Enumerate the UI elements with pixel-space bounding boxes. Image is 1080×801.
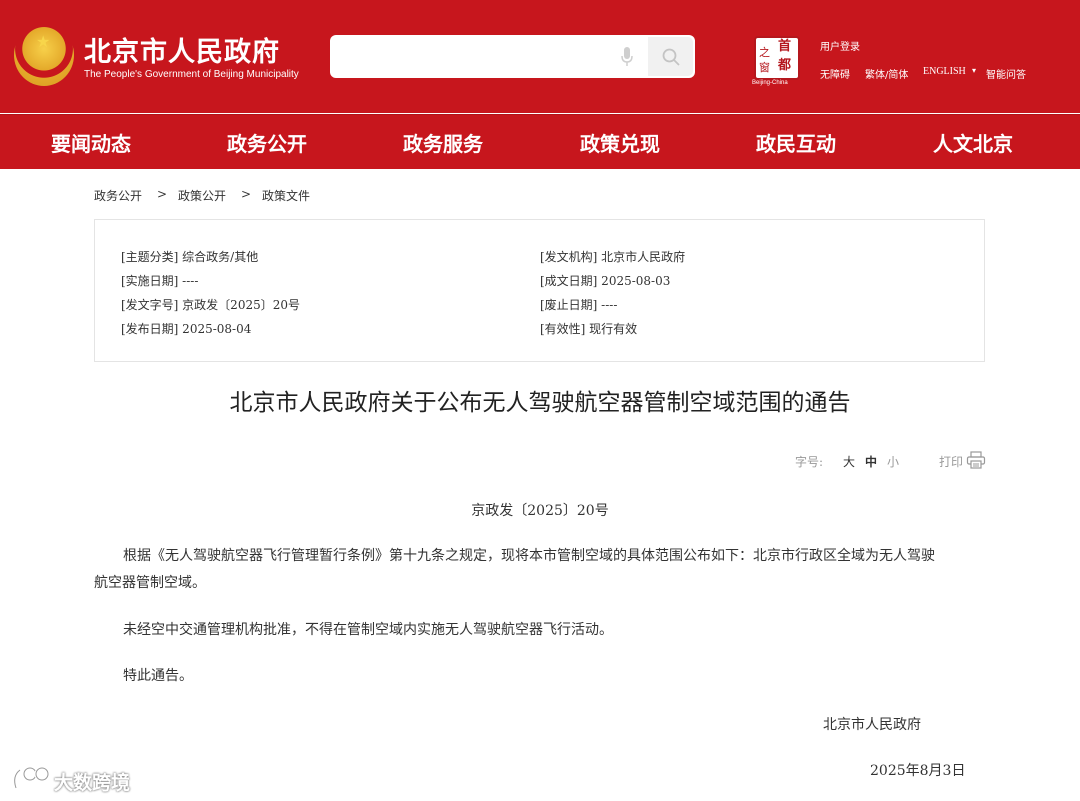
article-title: 北京市人民政府关于公布无人驾驶航空器管制空域范围的通告: [229, 390, 851, 416]
info-validity: [有效性] 现行有效: [540, 322, 638, 336]
accessibility-link[interactable]: 无障碍: [820, 66, 850, 81]
logo-glyph: 都: [778, 58, 792, 73]
watermark-logo-icon: [13, 766, 50, 789]
font-size-small-button[interactable]: 小: [887, 453, 899, 470]
breadcrumb-item[interactable]: 政策文件: [262, 187, 310, 204]
capital-logo-subtitle: Beijing-China: [752, 80, 788, 86]
main-nav: [0, 114, 1080, 169]
english-link[interactable]: ENGLISH: [923, 66, 966, 77]
nav-item-services[interactable]: 政务服务: [403, 128, 483, 157]
smart-qa-link[interactable]: 智能问答: [986, 66, 1026, 81]
traditional-simplified-link[interactable]: 繁体/简体: [865, 66, 908, 81]
logo-glyph: 窗: [759, 61, 770, 74]
user-login-link[interactable]: 用户登录: [820, 38, 860, 53]
font-size-medium-button[interactable]: 中: [865, 453, 877, 470]
breadcrumb-separator: >: [157, 187, 168, 201]
nav-item-culture[interactable]: 人文北京: [933, 128, 1013, 157]
nav-item-open-government[interactable]: 政务公开: [227, 128, 307, 157]
site-title[interactable]: 北京市人民政府: [84, 30, 280, 69]
nav-item-news[interactable]: 要闻动态: [51, 128, 131, 157]
breadcrumb-item[interactable]: 政务公开: [94, 187, 142, 204]
font-size-label: 字号:: [795, 455, 824, 469]
font-size-large-button[interactable]: 大: [843, 453, 855, 470]
signer: 北京市人民政府: [823, 717, 921, 733]
chevron-down-icon[interactable]: ▾: [972, 66, 976, 75]
emblem-star-icon: ★: [36, 32, 51, 51]
info-publish-date: [发布日期] 2025-08-04: [121, 322, 252, 336]
info-topic: [主题分类] 综合政务/其他: [121, 250, 259, 264]
nav-item-policy-fulfilment[interactable]: 政策兑现: [580, 128, 660, 157]
site-title-en[interactable]: The People's Government of Beijing Munic…: [84, 69, 299, 80]
info-doc-number: [发文字号] 京政发〔2025〕20号: [121, 298, 300, 312]
paragraph-line: 航空器管制空域。: [94, 575, 206, 591]
print-button[interactable]: 打印: [939, 453, 963, 470]
paragraph: 特此通告。: [123, 668, 193, 684]
info-issuer: [发文机构] 北京市人民政府: [540, 250, 686, 264]
document-info-panel: [94, 219, 985, 362]
search-box: [330, 35, 695, 78]
info-written-date: [成文日期] 2025-08-03: [540, 274, 671, 288]
watermark-text: 大数跨境: [54, 772, 131, 794]
document-number: 京政发〔2025〕20号: [471, 503, 609, 519]
sign-date: 2025年8月3日: [870, 763, 966, 779]
search-input[interactable]: [330, 35, 620, 78]
paragraph-line: 根据《无人驾驶航空器飞行管理暂行条例》第十九条之规定，现将本市管制空域的具体范围…: [123, 548, 935, 564]
logo-glyph: 之: [759, 46, 770, 59]
breadcrumb-separator: >: [241, 187, 252, 201]
nav-item-interaction[interactable]: 政民互动: [756, 128, 836, 157]
logo-glyph: 首: [778, 39, 792, 54]
search-icon[interactable]: [661, 47, 681, 67]
capital-window-logo[interactable]: 首 都 之 窗: [754, 36, 800, 80]
info-effective-date: [实施日期] ----: [121, 274, 199, 288]
printer-icon[interactable]: [966, 451, 986, 469]
paragraph: 未经空中交通管理机构批准，不得在管制空域内实施无人驾驶航空器飞行活动。: [123, 622, 613, 638]
breadcrumb-item[interactable]: 政策公开: [178, 187, 226, 204]
microphone-icon[interactable]: [620, 46, 634, 68]
info-repeal-date: [废止日期] ----: [540, 298, 618, 312]
